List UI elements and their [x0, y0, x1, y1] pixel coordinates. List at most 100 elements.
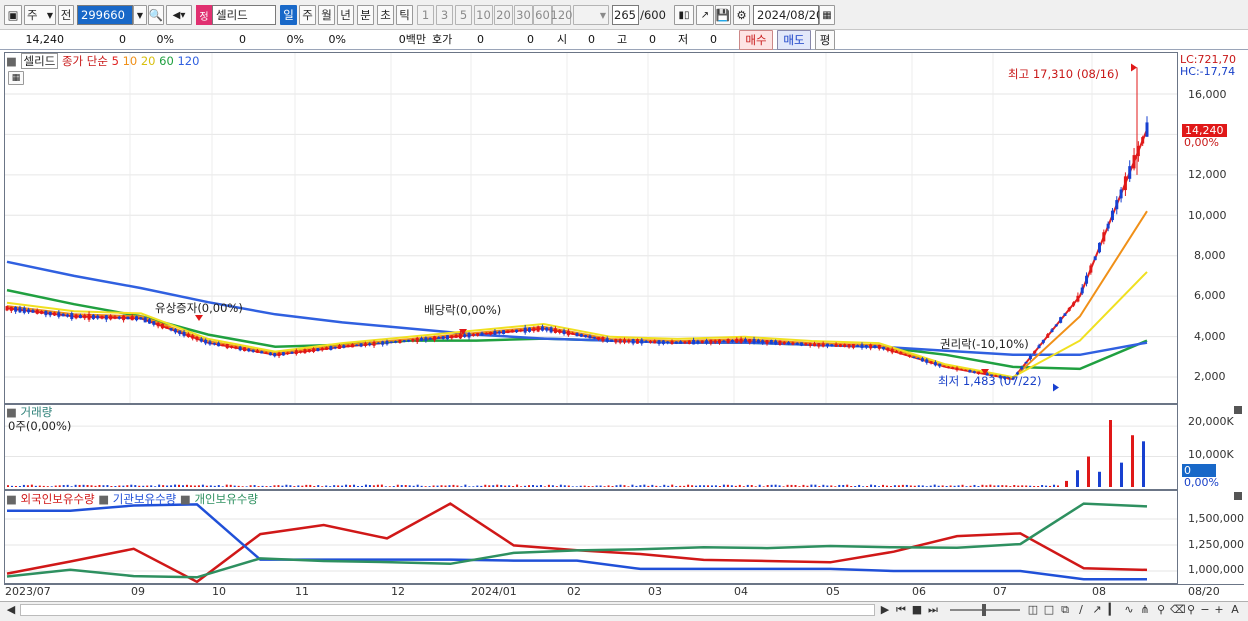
- period-mode-select[interactable]: 주 ▼: [24, 5, 56, 25]
- interval-3-button[interactable]: 3: [436, 5, 453, 25]
- x-label-02: 02: [567, 585, 581, 598]
- zoom-slider-handle[interactable]: [982, 604, 986, 616]
- candle-body: [35, 309, 39, 314]
- candle-body: [251, 349, 255, 352]
- legend-marker-icon: ■: [6, 405, 17, 419]
- volume-bar: [321, 486, 324, 487]
- date-input[interactable]: 2024/08/20: [753, 5, 823, 25]
- volume-bar: [349, 485, 352, 487]
- interval-30-button[interactable]: 30: [514, 5, 533, 25]
- period-tick-button[interactable]: 틱: [396, 5, 413, 25]
- eval-button[interactable]: 평: [815, 30, 835, 50]
- interval-120-button[interactable]: 120: [551, 5, 572, 25]
- zoom-in-icon[interactable]: +: [1212, 603, 1226, 617]
- window-icon[interactable]: □: [1042, 603, 1056, 617]
- holding-pane-close-icon[interactable]: [1234, 492, 1242, 500]
- layout-icon[interactable]: ▣: [4, 5, 22, 25]
- table-icon[interactable]: ▦: [8, 71, 24, 85]
- candle-body: [31, 310, 35, 313]
- layout-split-icon[interactable]: ◫: [1026, 603, 1040, 617]
- candle-body: [182, 331, 186, 336]
- interval-20-button[interactable]: 20: [494, 5, 513, 25]
- eraser-icon[interactable]: ⌫: [1170, 603, 1186, 617]
- volume-bar: [10, 485, 13, 487]
- period-month-button[interactable]: 월: [318, 5, 335, 25]
- first-page-icon[interactable]: ⏮: [894, 603, 908, 617]
- candle-body: [804, 343, 808, 346]
- candle-body: [433, 336, 436, 341]
- stop-icon[interactable]: ■: [910, 603, 924, 617]
- interval-60-button[interactable]: 60: [533, 5, 552, 25]
- period-second-button[interactable]: 초: [377, 5, 394, 25]
- candle-body: [1141, 137, 1145, 144]
- fork-tool-icon[interactable]: ⋔: [1138, 603, 1152, 617]
- volume-chart[interactable]: [5, 405, 1177, 489]
- candle-type-icon[interactable]: ▮▯: [674, 5, 694, 25]
- legend-ma-60: 60: [159, 54, 174, 68]
- volume-bar: [1037, 486, 1040, 487]
- volume-bar: [201, 484, 204, 487]
- search-icon[interactable]: 🔍: [148, 5, 164, 25]
- volume-pane-close-icon[interactable]: [1234, 406, 1242, 414]
- volume-bar: [774, 484, 777, 487]
- quote-amount: 0백만: [398, 33, 426, 46]
- period-minute-button[interactable]: 분: [357, 5, 374, 25]
- next-page-icon[interactable]: ⏭: [926, 603, 940, 617]
- legend-institution: 기관보유수량: [112, 492, 177, 506]
- volume-bar: [468, 486, 471, 487]
- interval-5-button[interactable]: 5: [455, 5, 472, 25]
- speaker-icon[interactable]: ◀▾: [166, 5, 192, 25]
- zoom-icon[interactable]: ⚲: [1184, 603, 1198, 617]
- scroll-right-icon[interactable]: ▶: [878, 603, 892, 617]
- draw-tool-icon[interactable]: ↗: [696, 5, 714, 25]
- zoom-out-icon[interactable]: −: [1198, 603, 1212, 617]
- candle-body: [618, 339, 622, 343]
- lock-icon[interactable]: ⚲: [1154, 603, 1168, 617]
- prev-button[interactable]: 전: [58, 5, 74, 25]
- stock-code-input[interactable]: 299660: [77, 5, 133, 25]
- period-day-button[interactable]: 일: [280, 5, 297, 25]
- volume-bar: [508, 485, 511, 487]
- gear-icon[interactable]: ⚙: [733, 5, 750, 25]
- interval-dropdown[interactable]: ▼: [573, 5, 609, 25]
- buy-button[interactable]: 매수: [739, 30, 773, 50]
- candle-body: [748, 339, 752, 343]
- trend-tool-icon[interactable]: ↗: [1090, 603, 1104, 617]
- candle-body: [221, 344, 225, 347]
- code-dropdown-icon[interactable]: ▼: [133, 5, 147, 25]
- calendar-icon[interactable]: ▦: [819, 5, 835, 25]
- bar-tool-icon[interactable]: ▎: [1106, 603, 1120, 617]
- volume-bar: [909, 485, 912, 487]
- volume-bar: [273, 485, 276, 487]
- volume-bar: [134, 485, 137, 487]
- quote-volume-rate: 0%: [286, 33, 304, 46]
- volume-bar: [313, 485, 316, 487]
- period-year-button[interactable]: 년: [337, 5, 354, 25]
- candle-body: [540, 326, 544, 331]
- candle-body: [709, 339, 713, 344]
- candle-body: [407, 339, 411, 342]
- copy-icon[interactable]: ⧉: [1058, 603, 1072, 617]
- volume-bar: [854, 485, 857, 487]
- volume-bar: [866, 485, 869, 487]
- scroll-left-icon[interactable]: ◀: [4, 603, 18, 617]
- horizontal-scrollbar[interactable]: [20, 604, 875, 616]
- period-week-button[interactable]: 주: [299, 5, 316, 25]
- candle-body: [601, 337, 605, 342]
- x-label-04: 04: [734, 585, 748, 598]
- line-tool-icon[interactable]: ∕: [1074, 603, 1088, 617]
- text-tool-icon[interactable]: A: [1228, 603, 1242, 617]
- event-ex-rights: 권리락(-10,10%): [940, 337, 1029, 351]
- interval-1-button[interactable]: 1: [417, 5, 434, 25]
- volume-bar: [289, 485, 292, 487]
- sell-button[interactable]: 매도: [777, 30, 811, 50]
- count-input[interactable]: 265: [612, 5, 639, 25]
- volume-bar: [500, 485, 503, 487]
- interval-10-button[interactable]: 10: [474, 5, 493, 25]
- candle-body: [122, 315, 126, 321]
- volume-bar: [595, 485, 598, 487]
- save-icon[interactable]: 💾: [715, 5, 731, 25]
- stock-name-field[interactable]: 셀리드: [212, 5, 276, 25]
- volume-chart-pane[interactable]: [4, 404, 1178, 490]
- wave-tool-icon[interactable]: ∿: [1122, 603, 1136, 617]
